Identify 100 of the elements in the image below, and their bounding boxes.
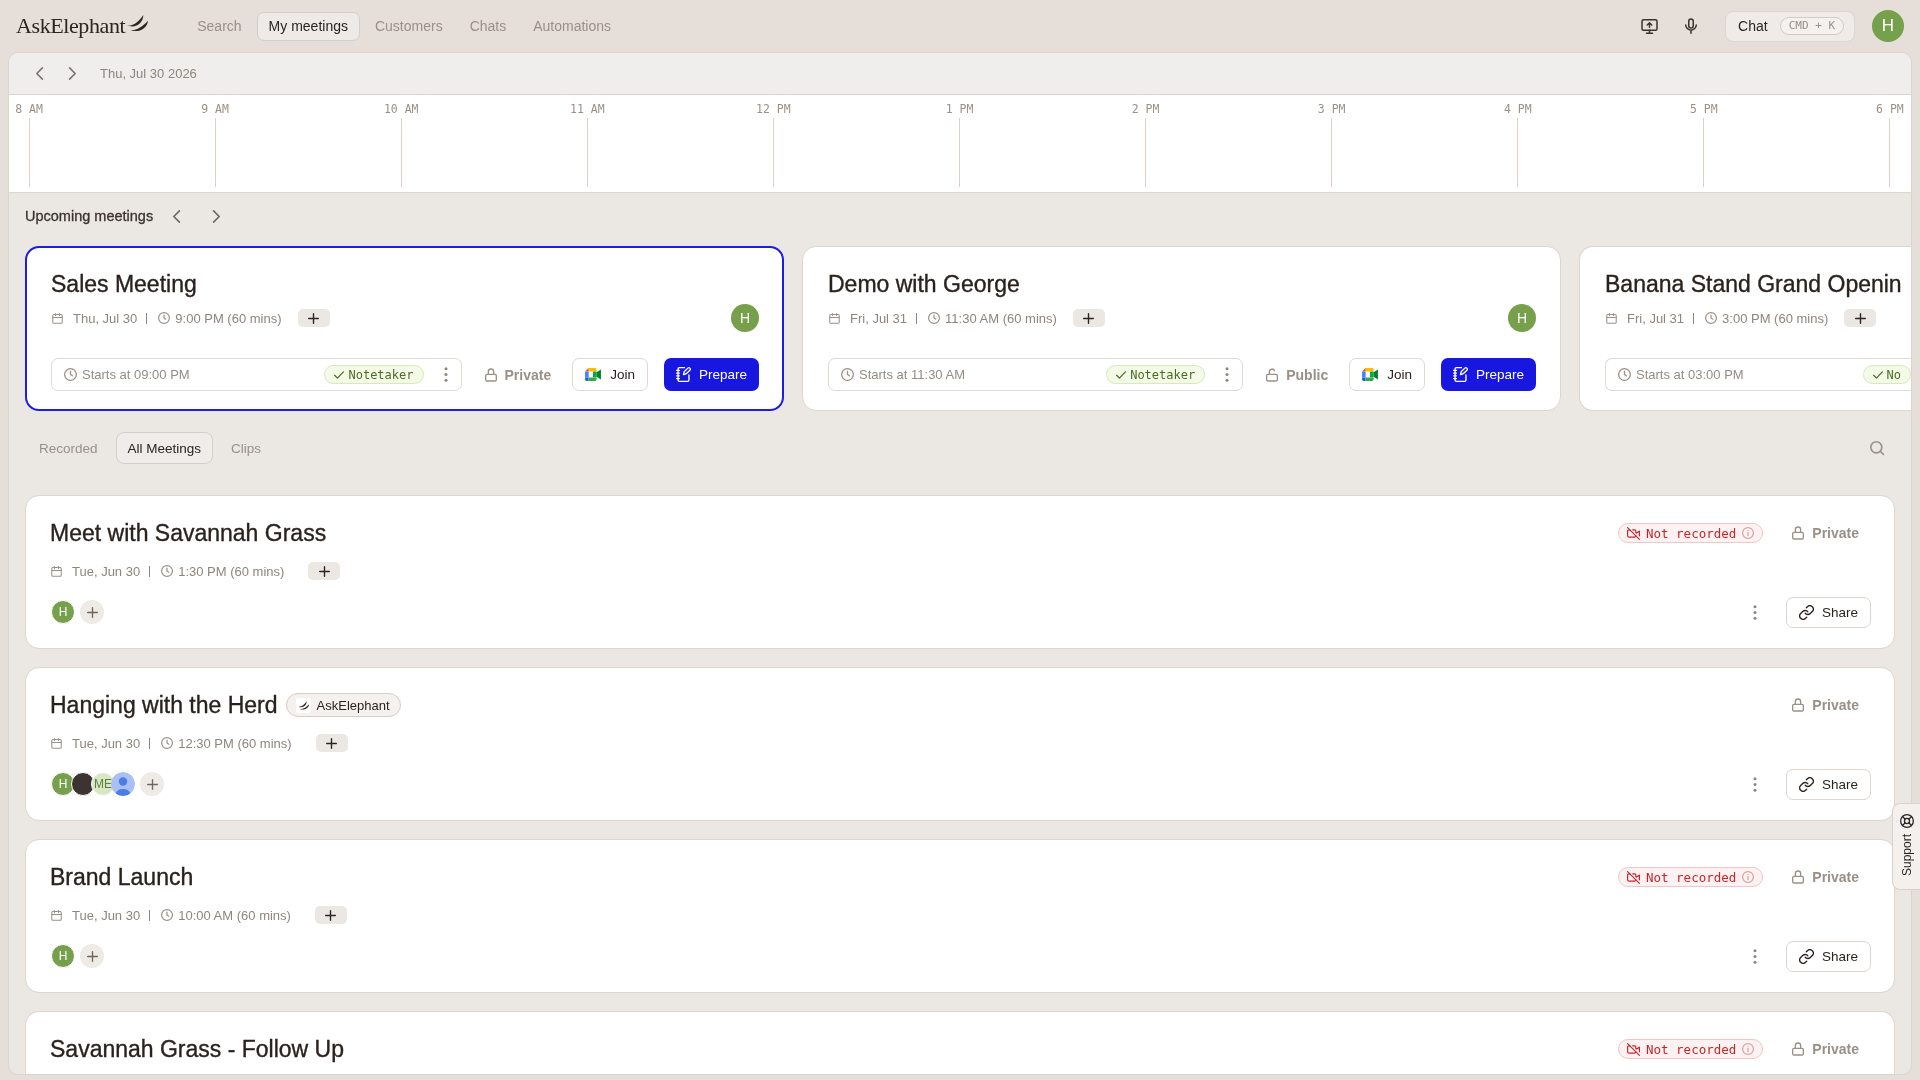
vertical-dots-icon[interactable] xyxy=(1752,604,1757,620)
hour-label: 11 AM xyxy=(569,102,605,116)
meeting-card[interactable]: Hanging with the Herd AskElephant Private Tue, Jun 30 12:30 PM (60 mins) H ME Share xyxy=(25,667,1895,821)
avatar: H xyxy=(51,944,75,968)
link-icon xyxy=(1798,948,1814,964)
status-label: Not recorded xyxy=(1646,1041,1737,1057)
hour-label: 10 AM xyxy=(383,102,419,116)
meeting-card[interactable]: Demo with George Fri, Jul 31 11:30 AM (60 mins) H Starts at 11:30 AM Notetaker Public Join Prepare xyxy=(802,246,1561,411)
add-button[interactable] xyxy=(297,309,330,327)
status-label: Not recorded xyxy=(1646,869,1737,885)
hour-label: 4 PM xyxy=(1503,102,1532,116)
meeting-time: 12:30 PM (60 mins) xyxy=(178,735,292,751)
meeting-date: Thu, Jul 30 xyxy=(73,310,138,326)
add-button[interactable] xyxy=(1072,309,1105,327)
add-attendee-button[interactable] xyxy=(140,772,164,796)
meeting-date: Tue, Jun 30 xyxy=(72,563,141,579)
vertical-dots-icon[interactable] xyxy=(1225,367,1230,382)
share-button[interactable]: Share xyxy=(1785,596,1871,628)
clock-icon xyxy=(64,368,77,381)
plus-icon xyxy=(318,565,330,577)
notetaker-label: Notetaker xyxy=(348,367,414,382)
meeting-title: Meet with Savannah Grass xyxy=(50,519,327,547)
meeting-card[interactable]: Brand Launch Not recorded Private Tue, Jun 30 10:00 AM (60 mins) H Share xyxy=(25,839,1895,993)
video-off-icon xyxy=(1627,1042,1640,1056)
notetaker-label: Notetaker xyxy=(1130,367,1196,382)
start-time-field[interactable]: Starts at 09:00 PM Notetaker xyxy=(51,358,462,391)
video-off-icon xyxy=(1627,526,1640,540)
calendar-icon xyxy=(51,737,62,749)
logo-text: AskElephant xyxy=(16,13,126,39)
start-time-field[interactable]: Starts at 11:30 AM Notetaker xyxy=(828,358,1244,391)
hour-label: 1 PM xyxy=(945,102,974,116)
clock-icon xyxy=(161,565,174,577)
check-icon xyxy=(334,370,345,379)
lifebuoy-icon xyxy=(1899,814,1914,828)
link-icon xyxy=(1798,604,1814,620)
notetaker-label: No xyxy=(1886,367,1901,382)
add-attendee-button[interactable] xyxy=(80,944,104,968)
support-tab[interactable]: Support xyxy=(1892,803,1920,890)
nav-tab[interactable]: My meetings xyxy=(256,11,360,41)
clock-icon xyxy=(161,909,174,921)
chevron-right-icon[interactable] xyxy=(212,209,221,223)
meeting-date: Tue, Jun 30 xyxy=(72,907,141,923)
add-attendee-button[interactable] xyxy=(80,600,104,624)
calendar-icon xyxy=(829,312,840,324)
meeting-card[interactable]: Meet with Savannah Grass Not recorded Private Tue, Jun 30 1:30 PM (60 mins) H Share xyxy=(25,495,1895,649)
meeting-card[interactable]: Sales Meeting Thu, Jul 30 9:00 PM (60 mins) H Starts at 09:00 PM Notetaker Private Join Prepare xyxy=(25,246,784,411)
chat-button[interactable]: Chat CMD + K xyxy=(1725,10,1855,42)
tag-label: AskElephant xyxy=(316,697,390,713)
meeting-time: 10:00 AM (60 mins) xyxy=(178,907,291,923)
meeting-date: Fri, Jul 31 xyxy=(850,310,908,326)
search-icon[interactable] xyxy=(1870,440,1885,456)
clock-icon xyxy=(928,312,941,324)
meeting-time: 11:30 AM (60 mins) xyxy=(945,310,1057,326)
plus-icon xyxy=(86,606,98,618)
avatar: H xyxy=(51,600,75,624)
meeting-title: Sales Meeting xyxy=(51,270,198,298)
chevron-left-icon[interactable] xyxy=(173,209,182,223)
plus-icon xyxy=(146,778,158,790)
clock-icon xyxy=(158,312,171,324)
camera-icon xyxy=(585,368,602,381)
vertical-dots-icon[interactable] xyxy=(1752,776,1757,792)
join-button[interactable]: Join xyxy=(572,358,648,391)
plus-icon xyxy=(326,737,338,749)
hour-label: 9 AM xyxy=(201,102,229,116)
hour-label: 12 PM xyxy=(756,102,791,116)
date-label: Thu, Jul 30 2026 xyxy=(100,66,197,81)
meeting-title: Demo with George xyxy=(828,270,1021,298)
plus-icon xyxy=(325,909,337,921)
chevron-right-icon[interactable] xyxy=(68,67,76,80)
plus-icon xyxy=(308,312,320,324)
meeting-card[interactable]: Banana Stand Grand Openin Fri, Jul 31 3:00 PM (60 mins) Starts at 03:00 PM No xyxy=(1579,246,1911,411)
avatar: H xyxy=(1508,304,1536,332)
chevron-left-icon[interactable] xyxy=(36,67,44,80)
filter-tab[interactable]: All Meetings xyxy=(115,432,214,464)
microphone-icon[interactable] xyxy=(1685,18,1698,34)
monitor-upload-icon[interactable] xyxy=(1641,18,1659,34)
add-button[interactable] xyxy=(314,906,347,924)
calendar-icon xyxy=(51,565,62,577)
hour-label: 5 PM xyxy=(1690,102,1718,116)
calendar-icon xyxy=(52,312,63,324)
photo-placeholder xyxy=(71,772,95,796)
prepare-button[interactable]: Prepare xyxy=(1440,358,1536,391)
calendar-icon xyxy=(51,909,62,921)
join-button[interactable]: Join xyxy=(1349,358,1425,391)
vertical-dots-icon[interactable] xyxy=(443,367,448,382)
check-icon xyxy=(1116,370,1127,379)
share-button[interactable]: Share xyxy=(1785,768,1871,800)
share-button[interactable]: Share xyxy=(1785,940,1871,972)
add-button[interactable] xyxy=(315,734,348,752)
add-button[interactable] xyxy=(308,562,341,580)
swoosh-icon xyxy=(126,14,150,32)
plus-icon xyxy=(1083,312,1095,324)
meeting-date: Fri, Jul 31 xyxy=(1627,310,1685,326)
vertical-dots-icon[interactable] xyxy=(1752,948,1757,964)
add-button[interactable] xyxy=(1844,309,1877,327)
prepare-button[interactable]: Prepare xyxy=(663,358,759,391)
video-off-icon xyxy=(1627,870,1640,884)
camera-icon xyxy=(1362,368,1379,381)
check-icon xyxy=(1872,370,1883,379)
start-time-field[interactable]: Starts at 03:00 PM No xyxy=(1605,358,1911,391)
